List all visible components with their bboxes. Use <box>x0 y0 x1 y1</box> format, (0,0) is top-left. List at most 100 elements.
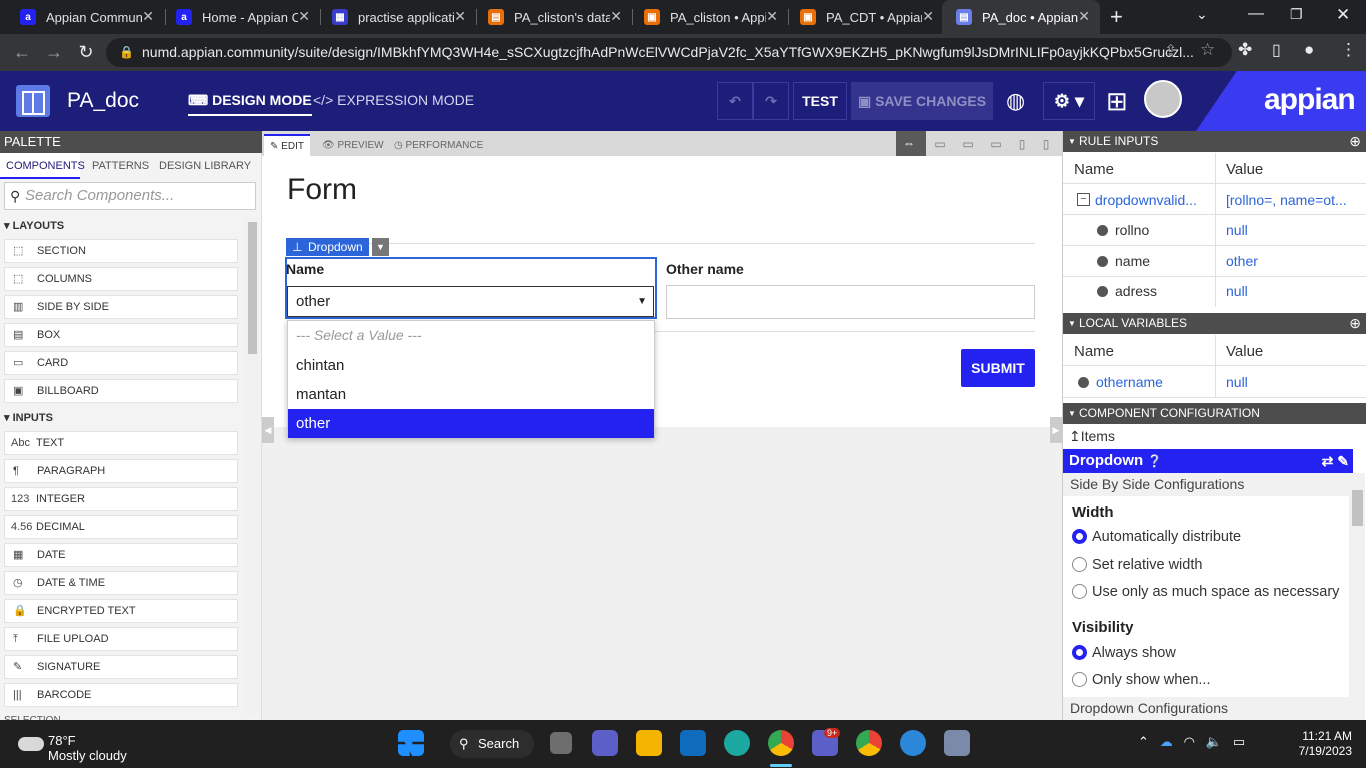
component-menu-button[interactable]: ▼ <box>372 238 389 256</box>
browser-tab[interactable]: ▤ PA_cliston's data ✕ <box>474 0 632 34</box>
local-variable-name[interactable]: othername <box>1096 374 1163 390</box>
tab-edit[interactable]: ✎ EDIT <box>264 134 310 156</box>
avatar[interactable] <box>1144 80 1182 118</box>
phone-icon[interactable]: ▯ <box>1036 137 1056 151</box>
close-icon[interactable]: ✕ <box>922 8 934 25</box>
file-explorer-icon[interactable] <box>636 730 662 756</box>
radio-auto-distribute[interactable]: Automatically distribute <box>1072 529 1241 545</box>
browser-tab-active[interactable]: ▤ PA_doc • Appian ✕ <box>942 0 1100 34</box>
dropdown-option[interactable]: chintan <box>288 351 654 380</box>
test-button[interactable]: TEST <box>793 82 847 120</box>
palette-item-signature[interactable]: ✎ SIGNATURE <box>4 655 238 679</box>
chrome-icon[interactable] <box>768 730 794 756</box>
tab-design-library[interactable]: DESIGN LIBRARY <box>159 153 251 179</box>
profile-icon[interactable]: ● <box>1304 40 1314 60</box>
palette-item-columns[interactable]: ⬚ COLUMNS <box>4 267 238 291</box>
weather-widget[interactable]: 78°F Mostly cloudy <box>18 733 127 763</box>
onedrive-icon[interactable]: ☁ <box>1160 734 1173 749</box>
star-icon[interactable]: ☆ <box>1200 40 1215 60</box>
palette-item-file-upload[interactable]: ⤒ FILE UPLOAD <box>4 627 238 651</box>
palette-scrollbar[interactable] <box>245 218 259 716</box>
tab-performance[interactable]: ◷ PERFORMANCE <box>394 135 483 156</box>
palette-item-date-time[interactable]: ◷ DATE & TIME <box>4 571 238 595</box>
tab-preview[interactable]: 👁 PREVIEW <box>322 135 384 156</box>
minimize-icon[interactable]: — <box>1248 5 1264 23</box>
collapse-minus-icon[interactable]: − <box>1077 193 1090 206</box>
battery-icon[interactable]: ▭ <box>1233 734 1245 749</box>
rule-input-field-value[interactable]: null <box>1226 283 1248 299</box>
close-icon[interactable]: ✕ <box>766 8 778 25</box>
config-scrollbar[interactable] <box>1349 473 1365 720</box>
new-tab-plus-icon[interactable]: + <box>1110 4 1123 30</box>
system-clock[interactable]: 11:21 AM 7/19/2023 <box>1268 729 1352 759</box>
app-grid-icon[interactable]: ⊞ <box>1106 86 1128 117</box>
radio-show-when[interactable]: Only show when... <box>1072 672 1210 688</box>
close-window-icon[interactable]: ✕ <box>1336 5 1350 25</box>
component-configuration-header[interactable]: ▼ COMPONENT CONFIGURATION <box>1063 403 1366 424</box>
palette-item-decimal[interactable]: 4.56 DECIMAL <box>4 515 238 539</box>
other-name-input[interactable] <box>666 285 1035 319</box>
palette-item-integer[interactable]: 123 INTEGER <box>4 487 238 511</box>
section-inputs[interactable]: ▾ INPUTS <box>4 411 53 424</box>
close-icon[interactable]: ✕ <box>142 8 154 25</box>
close-icon[interactable]: ✕ <box>1078 8 1090 25</box>
app-icon[interactable] <box>944 730 970 756</box>
swap-edit-icon[interactable]: ⇄ ✎ <box>1322 449 1349 473</box>
palette-item-barcode[interactable]: ||| BARCODE <box>4 683 238 707</box>
volume-icon[interactable]: 🔈 <box>1206 734 1222 749</box>
palette-item-text[interactable]: Abc TEXT <box>4 431 238 455</box>
palette-item-box[interactable]: ▤ BOX <box>4 323 238 347</box>
palette-item-billboard[interactable]: ▣ BILLBOARD <box>4 379 238 403</box>
add-icon[interactable]: ⊕ <box>1349 313 1361 334</box>
back-icon[interactable]: ← <box>10 40 34 64</box>
undo-button[interactable]: ↶ <box>717 82 753 120</box>
windows-start-icon[interactable] <box>398 730 424 756</box>
collapse-left-handle[interactable]: ◀ <box>262 417 274 443</box>
browser-tab[interactable]: ▣ PA_cliston • Appi ✕ <box>630 0 788 34</box>
laptop-icon[interactable]: ▭ <box>986 137 1006 151</box>
wifi-icon[interactable]: ◠ <box>1184 734 1195 749</box>
save-changes-button[interactable]: ▣ SAVE CHANGES <box>851 82 993 120</box>
collapse-right-handle[interactable]: ▶ <box>1050 417 1062 443</box>
breadcrumb[interactable]: ↥Items <box>1069 428 1115 445</box>
palette-item-side-by-side[interactable]: ▥ SIDE BY SIDE <box>4 295 238 319</box>
rule-input-name[interactable]: dropdownvalid... <box>1095 192 1213 208</box>
scrollbar-thumb[interactable] <box>248 222 257 354</box>
restore-icon[interactable]: ❐ <box>1290 6 1303 23</box>
reload-icon[interactable]: ↻ <box>74 40 98 64</box>
section-layouts[interactable]: ▾ LAYOUTS <box>4 219 64 232</box>
menu-kebab-icon[interactable]: ⋮ <box>1340 40 1357 60</box>
scrollbar-thumb[interactable] <box>1352 490 1363 526</box>
expression-mode-button[interactable]: </> EXPRESSION MODE <box>313 92 474 114</box>
local-variable-value[interactable]: null <box>1226 374 1248 390</box>
dropdown-option-selected[interactable]: other <box>288 409 654 438</box>
palette-item-encrypted-text[interactable]: 🔒 ENCRYPTED TEXT <box>4 599 238 623</box>
share-icon[interactable]: ⇪ <box>1164 41 1177 61</box>
design-mode-button[interactable]: ⌨ DESIGN MODE <box>188 92 312 116</box>
side-by-side-config-header[interactable]: Side By Side Configurations <box>1063 473 1353 496</box>
forward-icon[interactable]: → <box>42 40 66 64</box>
task-view-icon[interactable] <box>550 732 572 754</box>
chrome-icon[interactable] <box>856 730 882 756</box>
browser-tab[interactable]: ▣ PA_CDT • Appian ✕ <box>786 0 944 34</box>
monitor-icon[interactable]: ▭ <box>958 137 978 151</box>
rule-input-field-value[interactable]: other <box>1226 253 1258 269</box>
tab-components[interactable]: COMPONENTS <box>0 153 85 179</box>
component-badge[interactable]: ⊥ Dropdown <box>286 238 369 256</box>
edge-icon[interactable] <box>724 730 750 756</box>
app-icon[interactable] <box>900 730 926 756</box>
redo-button[interactable]: ↷ <box>753 82 789 120</box>
outlook-icon[interactable] <box>680 730 706 756</box>
radio-relative-width[interactable]: Set relative width <box>1072 557 1202 573</box>
dropdown-option-placeholder[interactable]: --- Select a Value --- <box>288 321 654 350</box>
chevron-up-icon[interactable]: ⌃ <box>1138 734 1149 749</box>
local-variables-header[interactable]: ▼ LOCAL VARIABLES ⊕ <box>1063 313 1366 334</box>
desktop-icon[interactable]: ▭ <box>930 137 950 151</box>
search-components-input[interactable]: ⚲ Search Components... <box>4 182 256 210</box>
browser-tab[interactable]: a Home - Appian C ✕ <box>162 0 320 34</box>
palette-item-date[interactable]: ▦ DATE <box>4 543 238 567</box>
teams-chat-icon[interactable] <box>592 730 618 756</box>
taskbar-search[interactable]: ⚲ Search <box>450 730 534 758</box>
extensions-icon[interactable]: ✤ <box>1238 40 1252 60</box>
settings-button[interactable]: ⚙ ▾ <box>1043 82 1095 120</box>
